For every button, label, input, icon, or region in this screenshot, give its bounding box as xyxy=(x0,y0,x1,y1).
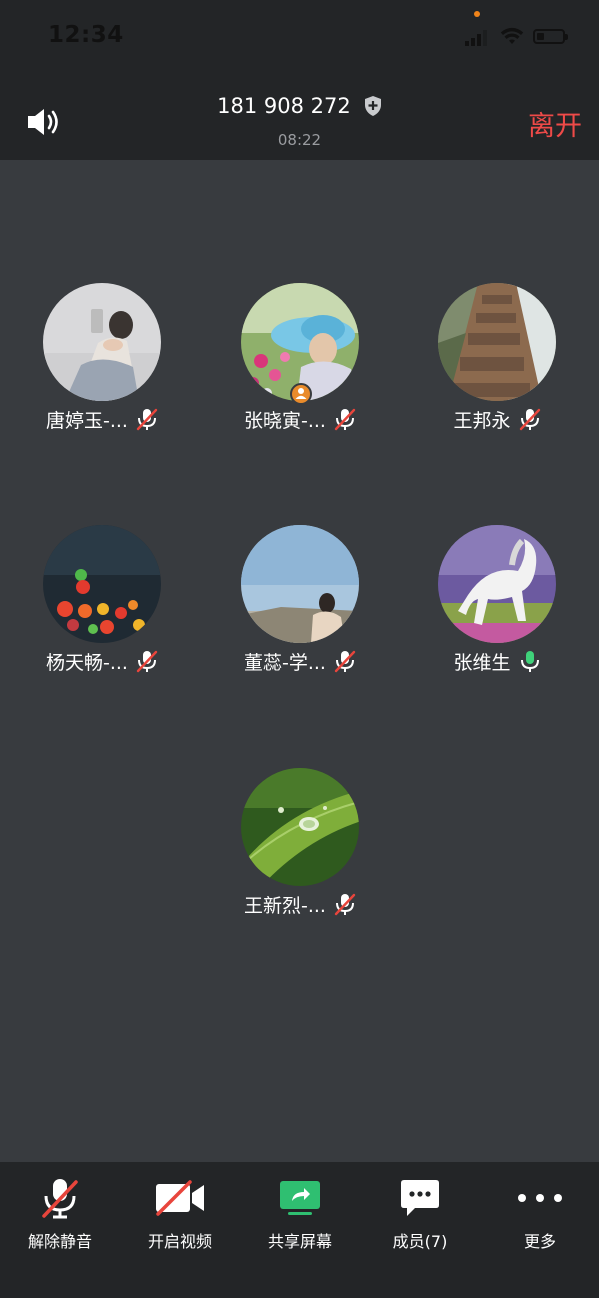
participant-name: 张晓寅-... xyxy=(244,409,326,432)
share-screen-icon xyxy=(280,1181,320,1215)
host-badge-icon xyxy=(290,383,312,405)
avatar xyxy=(438,525,556,643)
leave-button[interactable]: 离开 xyxy=(528,104,582,143)
status-time: 12:34 xyxy=(48,22,124,48)
battery-icon xyxy=(533,29,568,44)
participant-name: 唐婷玉-... xyxy=(46,409,128,432)
members-label: 成员(7) xyxy=(392,1232,448,1251)
mic-muted-icon xyxy=(334,893,356,916)
mic-muted-icon xyxy=(334,650,356,673)
more-button[interactable]: 更多 xyxy=(480,1170,599,1252)
more-dots-icon xyxy=(518,1194,562,1202)
participant-tile[interactable]: 王邦永 xyxy=(407,283,587,433)
meeting-duration: 08:22 xyxy=(277,131,322,149)
participant-name: 董蕊-学... xyxy=(244,651,326,674)
participant-name: 张维生 xyxy=(453,651,511,674)
participant-name: 王邦永 xyxy=(453,409,511,432)
participant-tile[interactable]: 唐婷玉-... xyxy=(12,283,192,433)
avatar xyxy=(241,768,359,886)
video-off-icon xyxy=(156,1180,204,1216)
unmute-button[interactable]: 解除静音 xyxy=(0,1170,120,1252)
cellular-signal-icon xyxy=(465,30,487,46)
share-screen-label: 共享屏幕 xyxy=(267,1232,332,1251)
avatar xyxy=(241,525,359,643)
participant-tile[interactable]: 董蕊-学... xyxy=(210,525,390,675)
avatar xyxy=(438,283,556,401)
participant-name: 王新烈-... xyxy=(244,894,326,917)
mic-muted-icon xyxy=(136,650,158,673)
meeting-id: 181 908 272 xyxy=(217,94,351,118)
participant-tile[interactable]: 张晓寅-... xyxy=(210,283,390,433)
share-screen-button[interactable]: 共享屏幕 xyxy=(240,1170,360,1252)
participant-tile[interactable]: 王新烈-... xyxy=(210,768,390,918)
start-video-button[interactable]: 开启视频 xyxy=(120,1170,240,1252)
chat-bubble-icon xyxy=(401,1180,439,1216)
members-button[interactable]: 成员(7) xyxy=(360,1170,480,1252)
avatar xyxy=(43,283,161,401)
more-label: 更多 xyxy=(523,1232,556,1251)
recording-indicator-dot xyxy=(474,11,480,17)
mic-muted-icon xyxy=(42,1179,78,1219)
participant-tile[interactable]: 杨天畅-... xyxy=(12,525,192,675)
mic-muted-icon xyxy=(334,408,356,431)
avatar xyxy=(43,525,161,643)
start-video-label: 开启视频 xyxy=(147,1232,212,1251)
mic-on-icon xyxy=(520,651,539,672)
mic-muted-icon xyxy=(136,408,158,431)
meeting-id-row[interactable]: 181 908 272 xyxy=(0,94,599,118)
security-shield-icon xyxy=(364,96,381,116)
unmute-label: 解除静音 xyxy=(27,1232,92,1251)
participant-name: 杨天畅-... xyxy=(46,651,128,674)
wifi-icon xyxy=(500,27,524,44)
mic-muted-icon xyxy=(519,408,540,431)
participant-tile[interactable]: 张维生 xyxy=(407,525,587,675)
